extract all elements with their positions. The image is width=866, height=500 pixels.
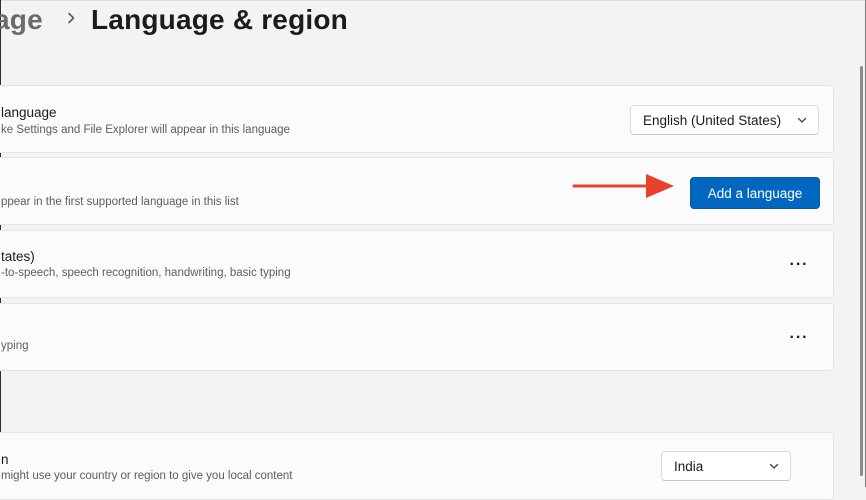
more-options-button[interactable]: ··· [783,322,815,354]
more-options-icon: ··· [789,329,809,346]
country-region-value: India [674,458,704,474]
chevron-right-icon [68,12,75,24]
preferred-languages-description: ppear in the first supported language in… [1,196,239,208]
display-language-title: language [1,105,57,120]
more-options-button[interactable]: ··· [783,249,815,281]
more-options-icon: ··· [789,256,809,273]
page-title: Language & region [91,4,348,35]
chevron-down-icon [769,463,779,469]
region-title: n [1,452,9,467]
region-card: n might use your country or region to gi… [0,432,834,500]
window-top-border [0,0,866,1]
country-region-dropdown[interactable]: India [661,451,791,481]
vertical-scrollbar[interactable] [860,66,863,476]
annotation-arrow-icon [572,174,674,198]
region-description: might use your country or region to give… [1,470,293,482]
add-language-button[interactable]: Add a language [690,177,820,209]
windows-display-language-card: language ke Settings and File Explorer w… [0,85,834,153]
display-language-description: ke Settings and File Explorer will appea… [1,124,290,136]
breadcrumb-parent-link[interactable]: age [0,4,43,36]
language-item-description: yping [1,340,29,352]
chevron-down-icon [797,117,807,123]
language-item-card: yping ··· [0,303,834,371]
language-item-title: tates) [1,249,35,264]
display-language-value: English (United States) [643,112,782,128]
display-language-dropdown[interactable]: English (United States) [630,105,819,135]
language-item-card: tates) -to-speech, speech recognition, h… [0,230,834,298]
preferred-languages-card: ppear in the first supported language in… [0,157,834,225]
language-item-description: -to-speech, speech recognition, handwrit… [1,267,291,279]
